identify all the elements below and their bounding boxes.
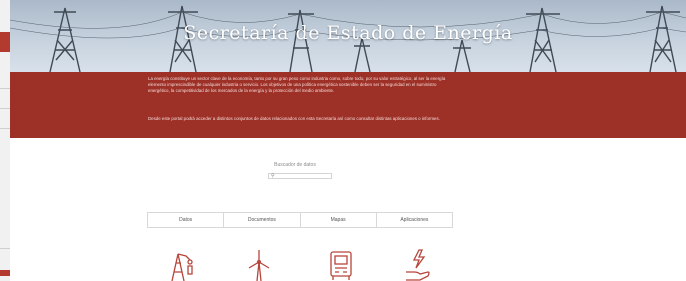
search-icon: ⚲ — [271, 173, 275, 179]
left-edge-line — [0, 248, 10, 249]
tab-aplicaciones[interactable]: Aplicaciones — [377, 213, 452, 227]
wind-turbine-icon[interactable] — [245, 248, 273, 281]
intro-paragraph: La energía constituye un sector clave de… — [148, 76, 446, 93]
category-tabs: Datos Documentos Mapas Aplicaciones — [147, 212, 453, 228]
left-edge-red-block — [0, 270, 10, 276]
hand-energy-icon[interactable] — [404, 248, 432, 281]
tab-documentos[interactable]: Documentos — [224, 213, 301, 227]
oil-derrick-icon[interactable] — [166, 248, 194, 281]
search-label: Buscador de datos — [274, 162, 316, 168]
header-banner: Secretaría de Estado de Energía — [10, 0, 686, 72]
left-edge-red-block — [0, 32, 10, 52]
tab-datos[interactable]: Datos — [148, 213, 225, 227]
left-edge-strip — [0, 0, 10, 281]
left-edge-line — [0, 128, 10, 129]
electric-meter-icon[interactable] — [327, 248, 355, 281]
left-edge-line — [0, 108, 10, 109]
intro-paragraph: Desde este portal podrá acceder a distin… — [148, 116, 440, 121]
search-input[interactable]: ⚲ — [268, 173, 332, 179]
tab-mapas[interactable]: Mapas — [301, 213, 377, 227]
left-edge-line — [0, 88, 10, 89]
page-title: Secretaría de Estado de Energía — [183, 22, 513, 44]
intro-section: La energía constituye un sector clave de… — [10, 72, 686, 138]
